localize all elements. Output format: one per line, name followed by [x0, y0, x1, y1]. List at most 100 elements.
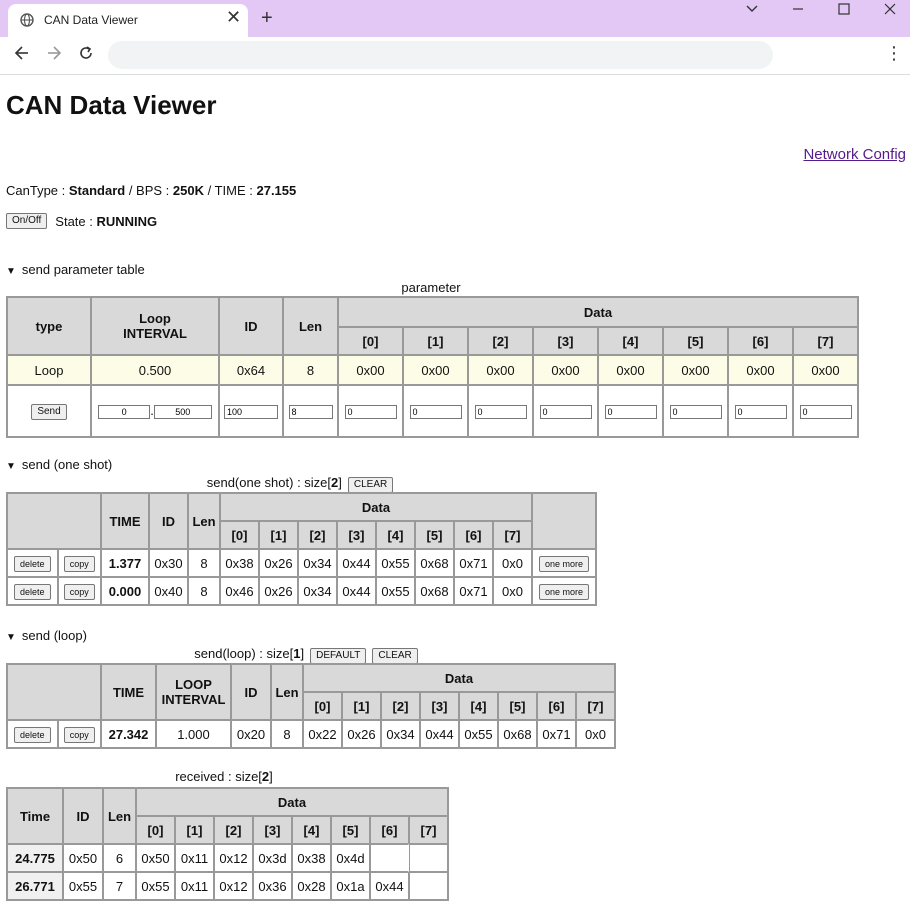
len-input-cell [283, 385, 338, 437]
oneshot-caption-suffix: ] [338, 475, 342, 490]
browser-tab[interactable]: CAN Data Viewer ✕ [8, 4, 248, 37]
loop-actions-header [7, 664, 101, 720]
one-more-button[interactable]: one more [538, 555, 590, 572]
data-byte-input[interactable] [474, 405, 527, 419]
data-cell: 0x0 [576, 720, 615, 748]
data-index-header: [6] [370, 816, 409, 844]
data-index-header: [6] [728, 327, 793, 355]
table-row: 26.771 0x55 7 0x55 0x11 0x12 0x36 0x28 0x1a 0x44 [7, 872, 448, 900]
data-index-header: [1] [342, 692, 381, 720]
data-cell: 0x34 [381, 720, 420, 748]
bps-label: / BPS : [125, 183, 173, 198]
data-cell: 0x22 [303, 720, 342, 748]
param-summary-label: send parameter table [21, 262, 145, 277]
minimize-icon[interactable] [791, 2, 805, 21]
data-byte-input[interactable] [539, 405, 592, 419]
loop-header-line2: INTERVAL [123, 326, 187, 341]
data-byte-input[interactable] [344, 405, 397, 419]
data-cell [409, 872, 448, 900]
data-cell: 0x71 [537, 720, 576, 748]
col-type: type [7, 297, 91, 355]
oneshot-clear-button[interactable]: CLEAR [347, 477, 394, 493]
param-data-cell: 0x00 [728, 355, 793, 385]
loop-interval-header-line2: INTERVAL [161, 692, 226, 707]
data-index-header: [7] [493, 521, 532, 549]
data-index-header: [6] [537, 692, 576, 720]
param-table: type Loop INTERVAL ID Len Data [0] [1] [2][… [6, 296, 859, 438]
address-bar[interactable] [108, 41, 773, 69]
data-cell: 0x71 [454, 549, 493, 577]
interval-frac-input[interactable] [153, 405, 212, 419]
maximize-icon[interactable] [837, 2, 851, 21]
send-button[interactable]: Send [31, 404, 67, 420]
oneshot-col-time: TIME [101, 493, 149, 549]
network-config-link[interactable]: Network Config [803, 146, 906, 163]
loop-summary[interactable]: ▼ send (loop) [6, 628, 87, 643]
oneshot-caption-prefix: send(one shot) : size[ [206, 475, 332, 490]
col-loop-interval: Loop INTERVAL [91, 297, 219, 355]
id-input[interactable] [224, 405, 278, 419]
time-cell: 27.342 [101, 720, 156, 748]
data-input-cell [468, 385, 533, 437]
data-byte-input[interactable] [669, 405, 722, 419]
data-cell: 0x44 [337, 577, 376, 605]
param-type: Loop [7, 355, 91, 385]
interval-int-input[interactable] [98, 405, 151, 419]
oneshot-table: TIME ID Len Data [0] [1] [2] [3] [4] [5] [6] [7… [6, 492, 597, 606]
data-cell: 0x12 [214, 844, 253, 872]
table-row: 24.775 0x50 6 0x50 0x11 0x12 0x3d 0x38 0x4d [7, 844, 448, 872]
param-data-cell: 0x00 [663, 355, 728, 385]
loop-summary-label: send (loop) [21, 628, 87, 643]
one-more-button[interactable]: one more [538, 583, 590, 600]
reload-icon[interactable] [78, 45, 94, 64]
oneshot-summary[interactable]: ▼ send (one shot) [6, 457, 112, 472]
data-cell: 0x11 [175, 872, 214, 900]
loop-clear-button[interactable]: CLEAR [372, 648, 418, 664]
loop-header-line1: Loop [139, 311, 171, 326]
len-input[interactable] [288, 405, 333, 419]
data-cell: 0x68 [415, 577, 454, 605]
delete-button[interactable]: delete [14, 726, 51, 743]
delete-button[interactable]: delete [14, 583, 51, 600]
data-index-header: [2] [298, 521, 337, 549]
received-col-time: Time [7, 788, 63, 844]
data-byte-input[interactable] [734, 405, 787, 419]
data-cell: 0x38 [220, 549, 259, 577]
copy-button[interactable]: copy [63, 726, 95, 743]
copy-button[interactable]: copy [63, 583, 95, 600]
data-cell: 0x55 [136, 872, 175, 900]
loop-default-button[interactable]: DEFAULT [310, 648, 367, 664]
new-tab-icon[interactable]: + [261, 8, 273, 28]
copy-button[interactable]: copy [63, 555, 95, 572]
close-window-icon[interactable] [883, 2, 897, 21]
param-summary[interactable]: ▼ send parameter table [6, 262, 145, 277]
data-byte-input[interactable] [799, 405, 852, 419]
loop-table: TIME LOOP INTERVAL ID Len Data [0] [1] [2][… [6, 663, 616, 749]
close-tab-icon[interactable]: ✕ [226, 8, 241, 26]
interval-input-cell: . [91, 385, 219, 437]
data-cell: 0x26 [259, 577, 298, 605]
oneshot-col-len: Len [188, 493, 220, 549]
menu-dots-icon[interactable]: ⋮ [885, 44, 903, 62]
oneshot-caption: send(one shot) : size[2] CLEAR [6, 475, 594, 493]
col-data: Data [338, 297, 858, 327]
back-arrow-icon[interactable] [14, 45, 30, 64]
data-byte-input[interactable] [409, 405, 462, 419]
data-byte-input[interactable] [604, 405, 657, 419]
data-cell: 0x50 [136, 844, 175, 872]
data-input-cell [598, 385, 663, 437]
loop-interval-header-line1: LOOP [175, 677, 212, 692]
one-more-cell: one more [532, 577, 596, 605]
delete-button[interactable]: delete [14, 555, 51, 572]
chevron-down-icon[interactable] [745, 2, 759, 21]
globe-icon [20, 13, 34, 32]
loop-col-len: Len [271, 664, 303, 720]
id-cell: 0x20 [231, 720, 271, 748]
onoff-button[interactable]: On/Off [6, 213, 48, 229]
data-index-header: [1] [403, 327, 468, 355]
data-cell: 0x1a [331, 872, 370, 900]
received-col-data: Data [136, 788, 448, 816]
id-input-cell [219, 385, 283, 437]
forward-arrow-icon[interactable] [46, 45, 62, 64]
data-cell: 0x11 [175, 844, 214, 872]
